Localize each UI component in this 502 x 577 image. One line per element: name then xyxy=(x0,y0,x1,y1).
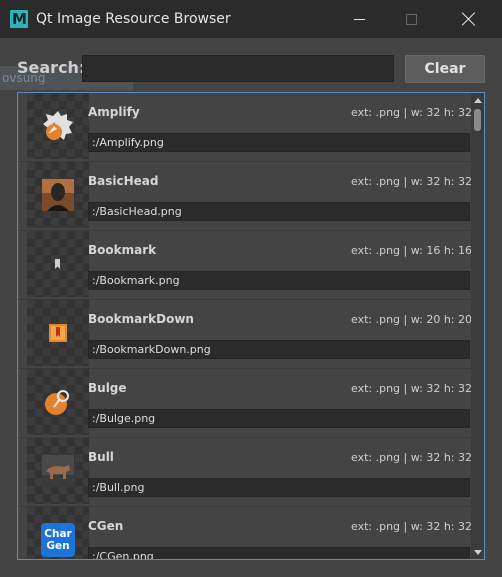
close-icon xyxy=(462,12,476,26)
search-label: Search: xyxy=(17,58,86,77)
thumbnail xyxy=(27,369,89,435)
resource-name: Bull xyxy=(88,450,114,464)
window-title: Qt Image Resource Browser xyxy=(36,11,231,27)
resource-rows: Amplify ext: .png | w: 32 h: 32 :/Amplif… xyxy=(18,93,472,559)
resource-path-field[interactable]: :/Amplify.png xyxy=(88,133,470,152)
thumbnail xyxy=(27,231,89,297)
maximize-button[interactable] xyxy=(388,0,434,38)
resource-meta: ext: .png | w: 32 h: 32 xyxy=(351,382,472,395)
list-item[interactable]: Bull ext: .png | w: 32 h: 32 :/Bull.png xyxy=(18,438,472,507)
resource-meta: ext: .png | w: 32 h: 32 xyxy=(351,175,472,188)
list-item[interactable]: Char Gen CGen ext: .png | w: 32 h: 32 :/… xyxy=(18,507,472,559)
scroll-up-button[interactable] xyxy=(471,93,484,107)
resource-name: Amplify xyxy=(88,105,140,119)
basic-head-icon xyxy=(42,179,74,211)
resource-name: BookmarkDown xyxy=(88,312,194,326)
thumbnail xyxy=(27,438,89,504)
list-item[interactable]: BasicHead ext: .png | w: 32 h: 32 :/Basi… xyxy=(18,162,472,231)
bookmark-down-icon xyxy=(49,324,67,342)
app-logo-icon: M xyxy=(10,10,28,28)
resource-meta: ext: .png | w: 32 h: 32 xyxy=(351,451,472,464)
resource-meta: ext: .png | w: 32 h: 32 xyxy=(351,106,472,119)
thumbnail: Char Gen xyxy=(27,507,89,559)
minimize-button[interactable] xyxy=(336,0,382,38)
arrow-up-icon xyxy=(473,97,482,103)
thumbnail xyxy=(27,93,89,159)
amplify-icon xyxy=(43,111,73,140)
cgen-icon: Char Gen xyxy=(41,523,75,557)
resource-meta: ext: .png | w: 16 h: 16 xyxy=(351,244,472,257)
resource-name: Bulge xyxy=(88,381,127,395)
app-logo-letter: M xyxy=(12,10,27,28)
list-item[interactable]: Amplify ext: .png | w: 32 h: 32 :/Amplif… xyxy=(18,93,472,162)
bulge-icon xyxy=(45,390,69,415)
bull-icon xyxy=(42,455,74,487)
resource-path-field[interactable]: :/BasicHead.png xyxy=(88,202,470,221)
clear-button[interactable]: Clear xyxy=(405,55,485,83)
resource-list[interactable]: Amplify ext: .png | w: 32 h: 32 :/Amplif… xyxy=(17,92,485,560)
resource-path-field[interactable]: :/Bookmark.png xyxy=(88,271,470,290)
resource-name: Bookmark xyxy=(88,243,157,257)
search-input[interactable] xyxy=(82,55,394,82)
resource-name: BasicHead xyxy=(88,174,159,188)
resource-meta: ext: .png | w: 32 h: 32 xyxy=(351,520,472,533)
resource-path-field[interactable]: :/Bull.png xyxy=(88,478,470,497)
list-item[interactable]: Bulge ext: .png | w: 32 h: 32 :/Bulge.pn… xyxy=(18,369,472,438)
list-item[interactable]: Bookmark ext: .png | w: 16 h: 16 :/Bookm… xyxy=(18,231,472,300)
resource-name: CGen xyxy=(88,519,124,533)
minimize-icon xyxy=(353,18,365,20)
resource-path-field[interactable]: :/CGen.png xyxy=(88,547,470,559)
arrow-down-icon xyxy=(473,549,482,555)
title-bar: M Qt Image Resource Browser xyxy=(0,0,502,38)
bookmark-icon xyxy=(55,259,60,269)
scroll-down-button[interactable] xyxy=(471,545,484,559)
resource-meta: ext: .png | w: 20 h: 20 xyxy=(351,313,472,326)
vertical-scrollbar[interactable] xyxy=(471,93,484,559)
list-item[interactable]: BookmarkDown ext: .png | w: 20 h: 20 :/B… xyxy=(18,300,472,369)
resource-path-field[interactable]: :/BookmarkDown.png xyxy=(88,340,470,359)
scroll-thumb[interactable] xyxy=(474,109,481,131)
thumbnail xyxy=(27,300,89,366)
resource-path-field[interactable]: :/Bulge.png xyxy=(88,409,470,428)
cgen-icon-line-2: Gen xyxy=(46,540,70,552)
cgen-icon-line-1: Char xyxy=(44,528,72,540)
thumbnail xyxy=(27,162,89,228)
maximize-icon xyxy=(405,13,417,25)
close-button[interactable] xyxy=(446,0,492,38)
